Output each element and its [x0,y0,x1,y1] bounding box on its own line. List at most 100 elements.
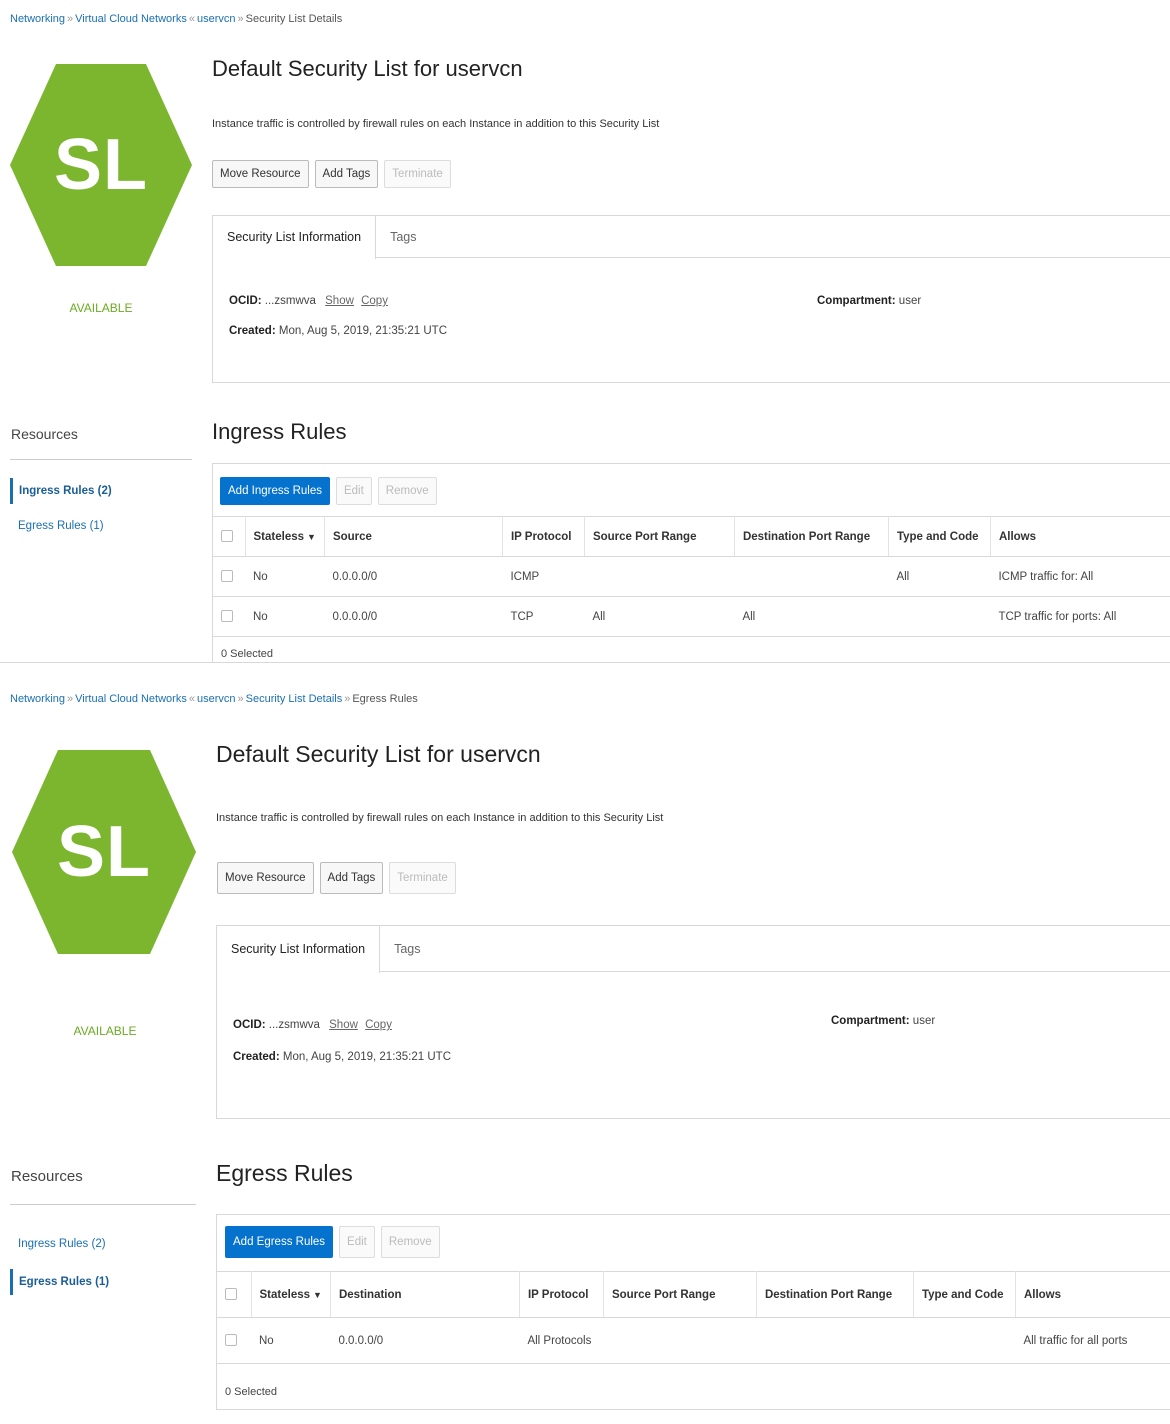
breadcrumb-separator: » [67,13,74,25]
breadcrumb-security-list-details[interactable]: Security List Details [246,693,343,705]
breadcrumb-separator: » [237,13,244,25]
panel-gap [0,663,1170,679]
table-row: No 0.0.0.0/0 ICMP All ICMP traffic for: … [213,556,1170,597]
column-header: Destination Port Range [756,1271,914,1318]
terminate-button[interactable]: Terminate [389,862,456,894]
ocid-show-link[interactable]: Show [329,1019,358,1031]
ocid-show-link[interactable]: Show [325,295,354,307]
move-resource-button[interactable]: Move Resource [217,862,314,894]
rules-table: Stateless ▼ Destination IP Protocol Sourc… [217,1271,1170,1364]
sidebar-item-ingress-rules[interactable]: Ingress Rules (2) [10,1231,106,1257]
cell-type-and-code: All [888,556,991,597]
compartment-label: Compartment: [831,1015,910,1027]
breadcrumb-current: Security List Details [245,13,343,25]
tab-tags[interactable]: Tags [380,926,434,972]
breadcrumb-separator: » [237,693,244,705]
column-header: Type and Code [888,516,991,557]
row-checkbox[interactable] [221,570,233,583]
rules-box: Add Ingress Rules Edit Remove Stateless ▼… [212,463,1170,663]
move-resource-button[interactable]: Move Resource [212,160,309,188]
cell-destination: 0.0.0.0/0 [330,1317,520,1364]
cell-source: 0.0.0.0/0 [324,556,503,597]
column-header: Type and Code [913,1271,1016,1318]
breadcrumb: Networking» Virtual Cloud Networks «uservc… [10,693,418,705]
breadcrumb-networking[interactable]: Networking [10,693,65,705]
status-badge: AVAILABLE [73,1024,137,1038]
page-description: Instance traffic is controlled by firewa… [212,118,660,130]
column-header: IP Protocol [502,516,585,557]
tab-tags[interactable]: Tags [376,216,430,258]
add-tags-button[interactable]: Add Tags [319,862,384,894]
cell-stateless: No [251,1317,331,1364]
page-description: Instance traffic is controlled by firewa… [216,812,664,824]
cell-allows: All traffic for all ports [1015,1317,1170,1364]
breadcrumb-separator: » [67,693,74,705]
add-egress-rules-button[interactable]: Add Egress Rules [225,1226,334,1258]
breadcrumb-uservcn[interactable]: uservcn [197,13,236,25]
column-header: Source Port Range [584,516,735,557]
created-field: Created: Mon, Aug 5, 2019, 21:35:21 UTC [233,1051,451,1063]
cell-source-port-range: All [584,596,735,637]
column-header: Source [324,516,503,557]
breadcrumb-networking[interactable]: Networking [10,13,65,25]
hexagon-label: SL [53,125,148,205]
column-header[interactable]: Stateless ▼ [251,1271,331,1318]
breadcrumb-current: Egress Rules [352,693,418,705]
selected-count: 0 Selected [221,648,273,660]
row-checkbox[interactable] [225,1334,237,1347]
sidebar-item-egress-rules[interactable]: Egress Rules (1) [10,1269,109,1295]
ocid-copy-link[interactable]: Copy [361,295,388,307]
table-row: No 0.0.0.0/0 All Protocols All traffic f… [217,1317,1170,1364]
remove-button[interactable]: Remove [380,1226,440,1258]
cell-ip-protocol: ICMP [502,556,585,597]
section-title: Egress Rules [216,1160,353,1186]
cell-source: 0.0.0.0/0 [324,596,503,637]
select-all-checkbox[interactable] [225,1288,237,1301]
column-header: Destination Port Range [734,516,889,557]
tab-security-list-information[interactable]: Security List Information [217,926,381,973]
ocid-field: OCID: ...zsmwva Show Copy [233,1019,392,1031]
breadcrumb-separator: » [344,693,351,705]
column-header[interactable]: Stateless ▼ [245,516,325,557]
table-header-row: Stateless ▼ Destination IP Protocol Sourc… [217,1271,1170,1318]
remove-button[interactable]: Remove [377,477,437,505]
ocid-value: ...zsmwva [268,1019,320,1031]
column-header: IP Protocol [519,1271,604,1318]
add-ingress-rules-button[interactable]: Add Ingress Rules [220,477,330,505]
edit-button[interactable]: Edit [335,477,372,505]
compartment-value: user [912,1015,936,1027]
rules-box: Add Egress Rules Edit Remove Stateless ▼ … [216,1214,1170,1410]
breadcrumb-virtual-cloud-networks[interactable]: Virtual Cloud Networks [75,13,187,25]
tab-security-list-information[interactable]: Security List Information [213,216,377,259]
cell-destination-port-range: All [734,596,889,637]
ingress-rules-panel: Networking» Virtual Cloud Networks «uservc… [0,0,1170,663]
edit-button[interactable]: Edit [339,1226,375,1258]
select-all-checkbox[interactable] [221,530,233,543]
add-tags-button[interactable]: Add Tags [314,160,379,188]
created-label: Created: [229,325,276,337]
row-checkbox[interactable] [221,610,233,623]
page-title: Default Security List for uservcn [212,56,523,81]
section-title: Ingress Rules [212,419,347,444]
ocid-field: OCID: ...zsmwva Show Copy [229,295,388,307]
cell-ip-protocol: TCP [502,596,585,637]
table-row: No 0.0.0.0/0 TCP All All TCP traffic for… [213,596,1170,637]
info-box: Security List Information Tags OCID: ...… [212,215,1170,383]
column-header: Allows [990,516,1170,557]
created-value: Mon, Aug 5, 2019, 21:35:21 UTC [278,325,447,337]
column-header: Destination [330,1271,520,1318]
sort-caret-icon: ▼ [307,531,316,542]
created-value: Mon, Aug 5, 2019, 21:35:21 UTC [282,1051,451,1063]
sidebar-item-egress-rules[interactable]: Egress Rules (1) [10,513,104,539]
sidebar-item-ingress-rules[interactable]: Ingress Rules (2) [10,478,112,504]
breadcrumb-virtual-cloud-networks[interactable]: Virtual Cloud Networks [75,693,187,705]
terminate-button[interactable]: Terminate [384,160,451,188]
column-header: Allows [1015,1271,1170,1318]
hexagon-label: SL [56,812,151,892]
security-list-hexagon-icon: SL [10,748,198,956]
action-buttons: Move Resource Add Tags Terminate [217,862,456,894]
cell-allows: ICMP traffic for: All [990,556,1170,597]
breadcrumb-uservcn[interactable]: uservcn [197,693,236,705]
ocid-copy-link[interactable]: Copy [365,1019,392,1031]
page-title: Default Security List for uservcn [216,741,541,767]
